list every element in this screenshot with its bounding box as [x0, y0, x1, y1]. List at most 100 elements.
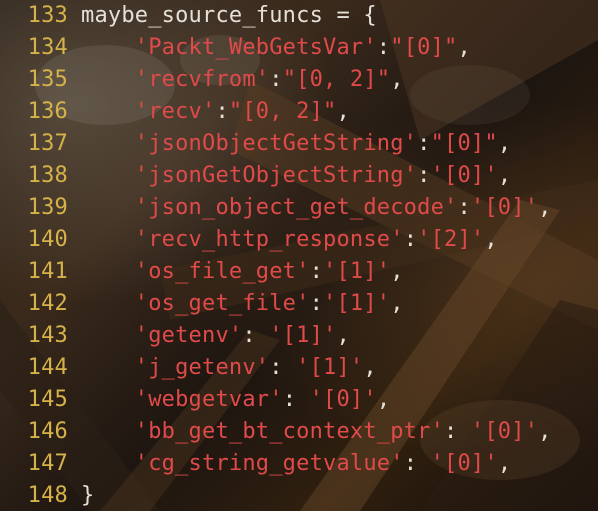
code-line[interactable]: 145 'webgetvar': '[0]',	[0, 384, 598, 416]
code-line[interactable]: 140 'recv_http_response':'[2]',	[0, 224, 598, 256]
code-text[interactable]: maybe_source_funcs = {	[81, 0, 377, 32]
code-line[interactable]: 139 'json_object_get_decode':'[0]',	[0, 192, 598, 224]
code-token: ,	[390, 291, 404, 316]
code-token: :	[215, 99, 229, 124]
code-text[interactable]: 'os_get_file':'[1]',	[81, 288, 404, 320]
string-literal: '[0]'	[470, 419, 539, 444]
code-token: :	[417, 163, 431, 188]
code-line[interactable]: 135 'recvfrom':"[0, 2]",	[0, 64, 598, 96]
code-text[interactable]: 'jsonObjectGetString':"[0]",	[81, 128, 511, 160]
code-token: :	[403, 451, 431, 476]
line-number: 134	[27, 35, 68, 60]
line-number: 138	[27, 163, 68, 188]
string-literal: 'getenv'	[134, 323, 243, 348]
code-text[interactable]: 'jsonGetObjectString':'[0]',	[81, 160, 511, 192]
code-token: ,	[457, 35, 471, 60]
code-line[interactable]: 134 'Packt_WebGetsVar':"[0]",	[0, 32, 598, 64]
code-text[interactable]: 'recv':"[0, 2]",	[81, 96, 350, 128]
string-literal: 'webgetvar'	[134, 387, 283, 412]
string-literal: 'json_object_get_decode'	[134, 195, 458, 220]
code-line[interactable]: 143 'getenv': '[1]',	[0, 320, 598, 352]
line-number: 136	[27, 99, 68, 124]
code-token: }	[81, 483, 95, 508]
code-line[interactable]: 148}	[0, 480, 598, 511]
code-token: :	[376, 35, 391, 60]
string-literal: 'jsonObjectGetString'	[134, 131, 418, 156]
code-token: ,	[497, 163, 512, 188]
code-line[interactable]: 141 'os_file_get':'[1]',	[0, 256, 598, 288]
line-number: 141	[27, 259, 68, 284]
string-literal: 'j_getenv'	[134, 355, 270, 380]
code-line[interactable]: 142 'os_get_file':'[1]',	[0, 288, 598, 320]
code-token: :	[242, 323, 270, 348]
code-text[interactable]: 'webgetvar': '[0]',	[81, 384, 390, 416]
code-editor[interactable]: 133 maybe_source_funcs = { 134 'Packt_WebG…	[0, 0, 598, 511]
string-literal: '[1]'	[323, 291, 391, 316]
line-number: 145	[27, 387, 68, 412]
code-token: :	[403, 227, 418, 252]
code-text[interactable]: 'os_file_get':'[1]',	[81, 256, 404, 288]
code-text[interactable]: 'recvfrom':"[0, 2]",	[81, 64, 404, 96]
code-line[interactable]: 147 'cg_string_getvalue': '[0]',	[0, 448, 598, 480]
line-number: 133	[27, 3, 68, 28]
code-token: ,	[390, 259, 404, 284]
string-literal: 'recv'	[134, 99, 216, 124]
code-line[interactable]: 136 'recv':"[0, 2]",	[0, 96, 598, 128]
code-token: maybe_source_funcs = {	[81, 3, 377, 28]
line-number: 143	[27, 323, 68, 348]
code-line[interactable]: 137 'jsonObjectGetString':"[0]",	[0, 128, 598, 160]
string-literal: "[0]"	[430, 131, 498, 156]
string-literal: 'recvfrom'	[134, 67, 270, 92]
string-literal: 'cg_string_getvalue'	[134, 451, 404, 476]
code-lines[interactable]: 133 maybe_source_funcs = { 134 'Packt_WebG…	[0, 0, 598, 511]
string-literal: '[2]'	[417, 227, 485, 252]
line-number: 137	[27, 131, 68, 156]
code-token: ,	[484, 227, 498, 252]
code-line[interactable]: 133 maybe_source_funcs = {	[0, 0, 598, 32]
code-token: :	[269, 67, 283, 92]
string-literal: '[0]'	[430, 451, 498, 476]
code-text[interactable]: 'recv_http_response':'[2]',	[81, 224, 498, 256]
code-text[interactable]: 'Packt_WebGetsVar':"[0]",	[81, 32, 471, 64]
code-line[interactable]: 138 'jsonGetObjectString':'[0]',	[0, 160, 598, 192]
code-token: :	[417, 131, 431, 156]
code-text[interactable]: 'j_getenv': '[1]',	[81, 352, 377, 384]
code-text[interactable]: 'bb_get_bt_context_ptr': '[0]',	[81, 416, 552, 448]
code-line[interactable]: 146 'bb_get_bt_context_ptr': '[0]',	[0, 416, 598, 448]
code-token: ,	[336, 323, 350, 348]
code-text[interactable]: 'json_object_get_decode':'[0]',	[81, 192, 552, 224]
code-line[interactable]: 144 'j_getenv': '[1]',	[0, 352, 598, 384]
line-number: 144	[27, 355, 68, 380]
string-literal: 'recv_http_response'	[134, 227, 404, 252]
code-token: :	[309, 259, 324, 284]
code-token: ,	[376, 387, 391, 412]
code-text[interactable]: }	[81, 480, 94, 511]
line-number: 148	[27, 483, 68, 508]
code-token: ,	[336, 99, 350, 124]
code-token: :	[457, 195, 471, 220]
line-number: 142	[27, 291, 68, 316]
line-number: 139	[27, 195, 68, 220]
code-token: ,	[390, 67, 404, 92]
code-token: :	[269, 355, 297, 380]
code-token: ,	[538, 195, 552, 220]
string-literal: 'jsonGetObjectString'	[134, 163, 418, 188]
string-literal: "[0, 2]"	[282, 67, 391, 92]
code-text[interactable]: 'cg_string_getvalue': '[0]',	[81, 448, 511, 480]
code-token: :	[282, 387, 310, 412]
code-text[interactable]: 'getenv': '[1]',	[81, 320, 350, 352]
line-number: 140	[27, 227, 68, 252]
string-literal: 'Packt_WebGetsVar'	[134, 35, 377, 60]
string-literal: '[0]'	[470, 195, 539, 220]
